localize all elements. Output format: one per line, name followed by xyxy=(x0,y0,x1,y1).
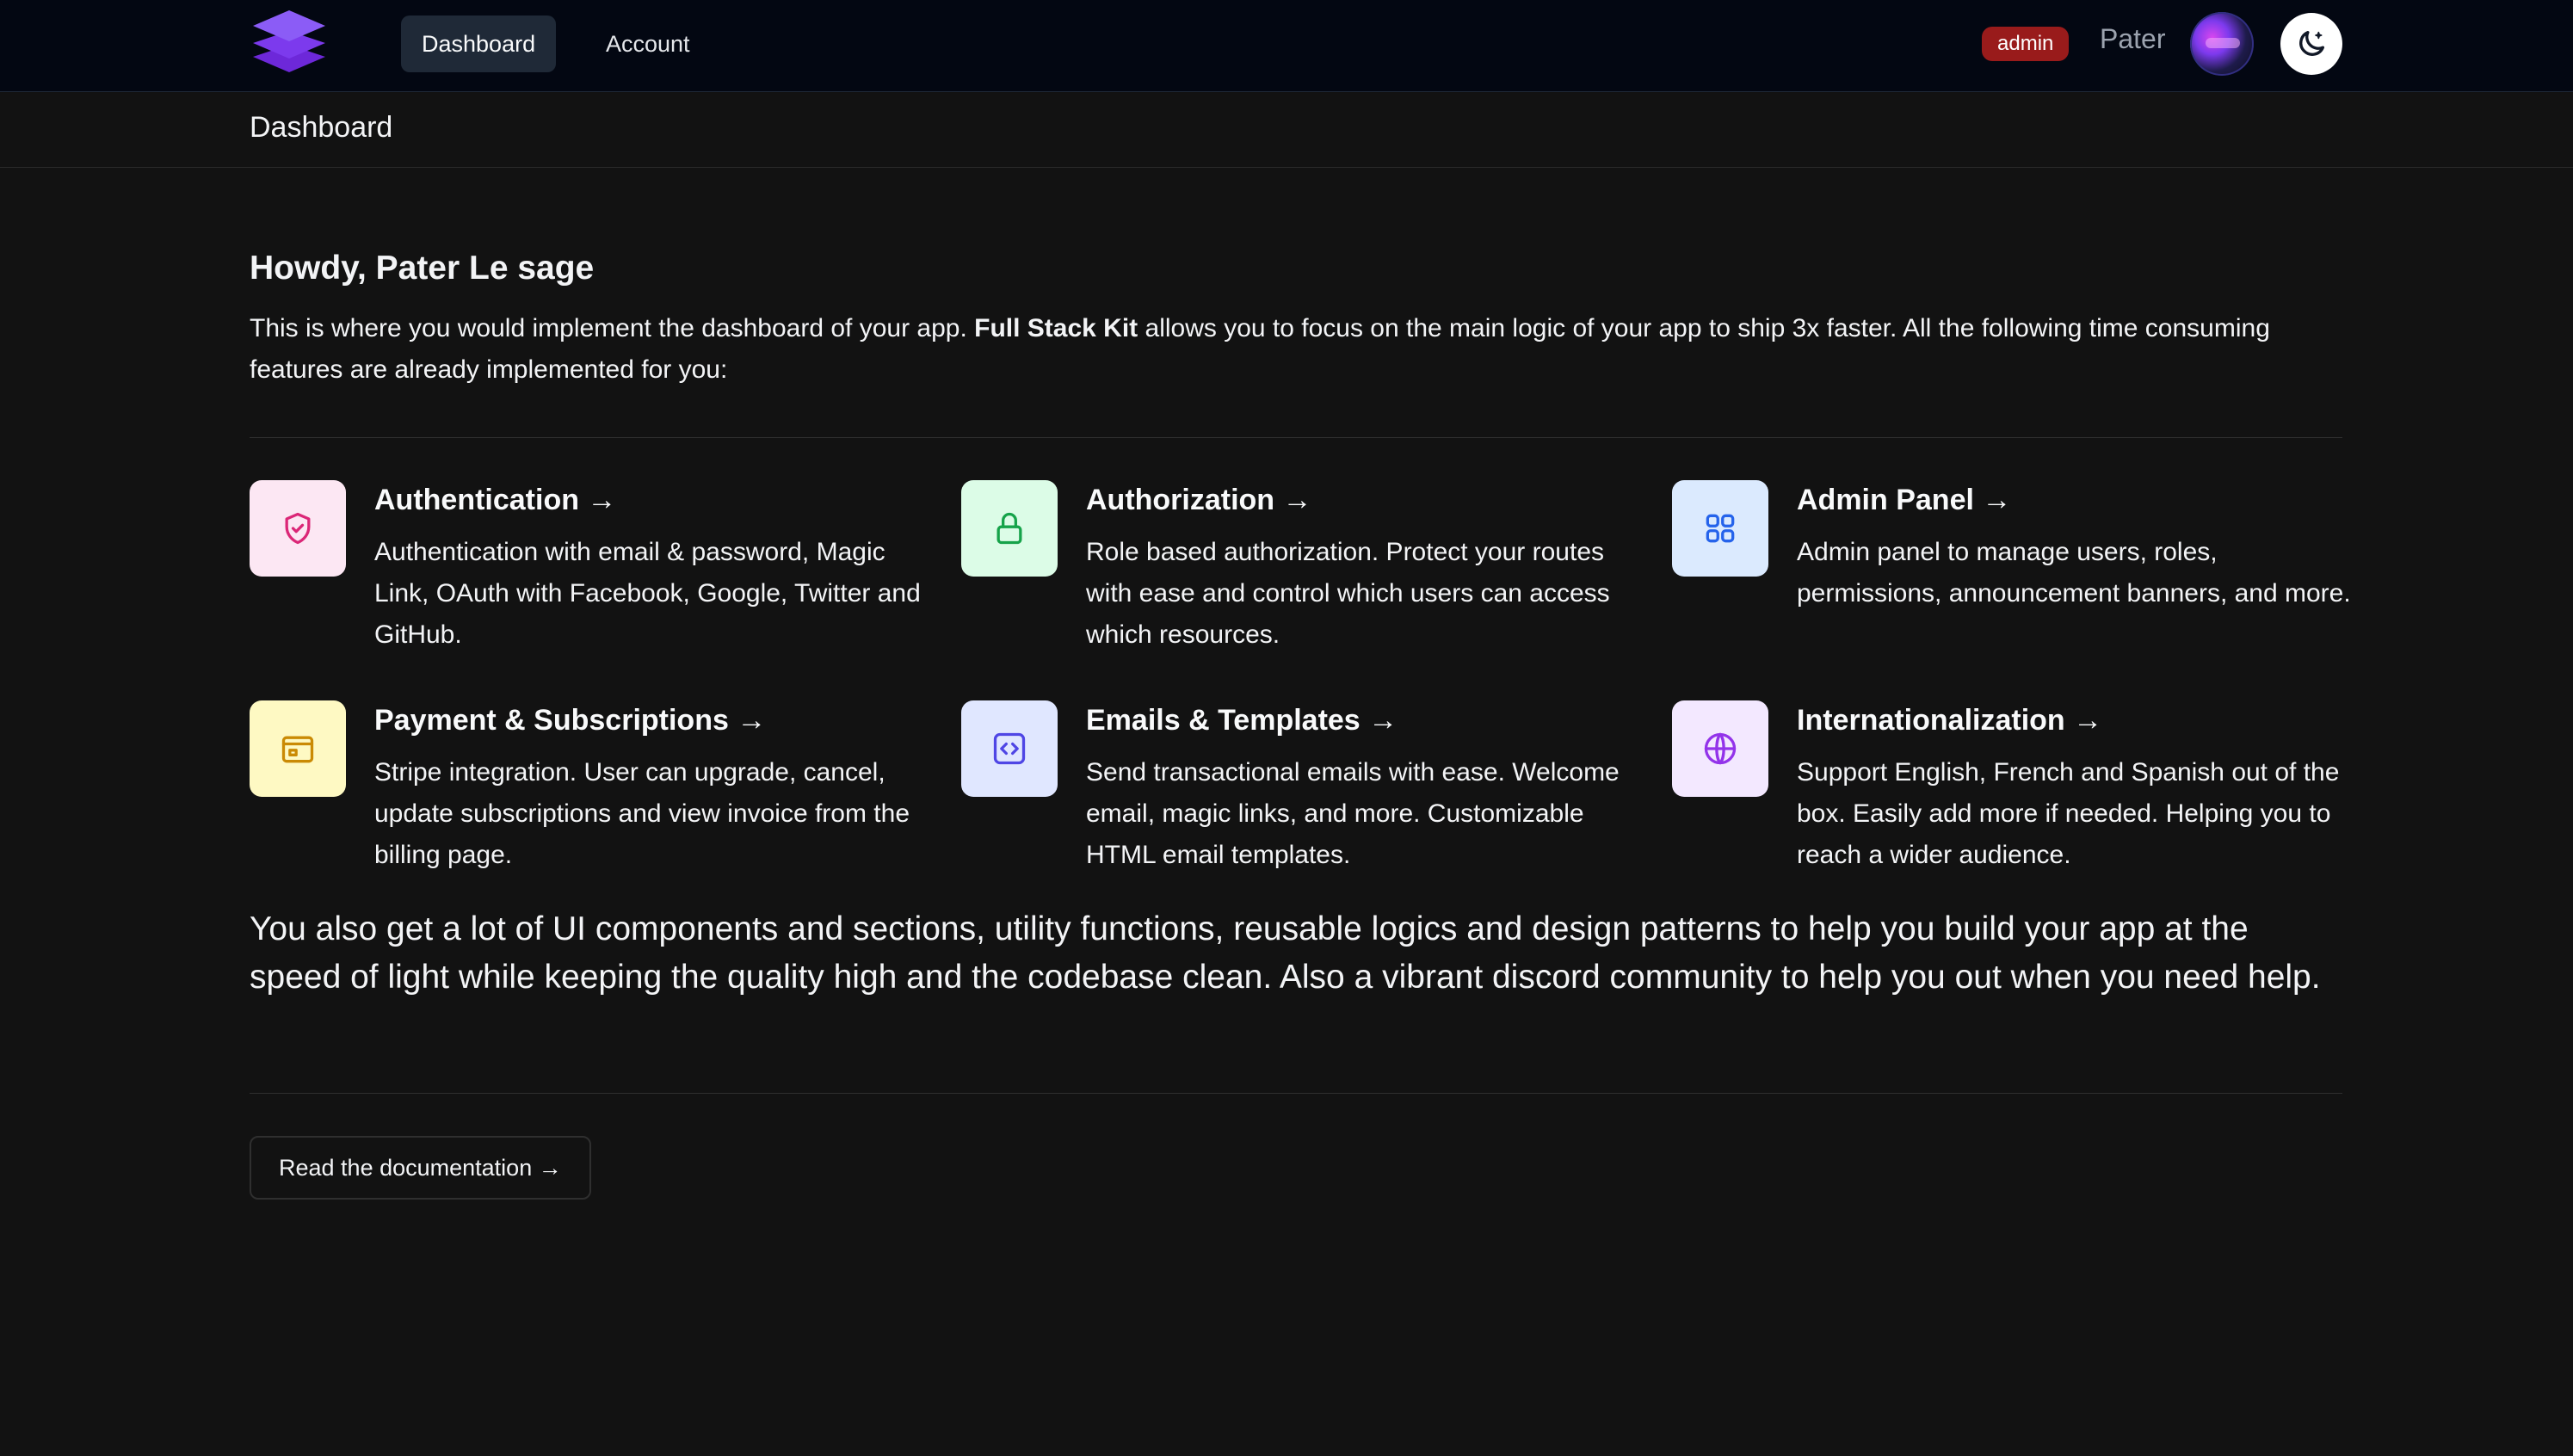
feature-icon-box xyxy=(1672,700,1768,797)
wallet-icon xyxy=(281,736,314,763)
grid-icon xyxy=(1706,514,1735,543)
lock-icon xyxy=(996,512,1022,545)
username[interactable]: Pater xyxy=(2100,23,2165,55)
nav-tab-account[interactable]: Account xyxy=(585,15,711,72)
feature-icon-box xyxy=(1672,480,1768,577)
feature-title-admin-panel[interactable]: Admin Panel → xyxy=(1797,484,2011,517)
role-badge: admin xyxy=(1982,27,2070,61)
theme-toggle-button[interactable] xyxy=(2280,13,2342,75)
feature-icon-box xyxy=(250,700,346,797)
feature-description: Authentication with email & password, Ma… xyxy=(374,538,921,649)
feature-icon-box xyxy=(250,480,346,577)
intro-paragraph: This is where you would implement the da… xyxy=(250,308,2342,391)
feature-title-emails[interactable]: Emails & Templates → xyxy=(1086,704,1398,737)
page-header: Dashboard xyxy=(0,92,2573,168)
divider xyxy=(250,437,2342,438)
feature-description: Admin panel to manage users, roles, perm… xyxy=(1797,538,2351,608)
logo-icon[interactable] xyxy=(250,7,329,76)
nav-tab-dashboard[interactable]: Dashboard xyxy=(401,15,557,72)
read-documentation-button[interactable]: Read the documentation → xyxy=(250,1136,591,1200)
moon-icon xyxy=(2299,31,2324,56)
globe-icon xyxy=(1704,732,1737,765)
intro-text-start: This is where you would implement the da… xyxy=(250,314,975,342)
feature-title-payment[interactable]: Payment & Subscriptions → xyxy=(374,704,766,737)
feature-title-authentication[interactable]: Authentication → xyxy=(374,484,616,517)
feature-title-internationalization[interactable]: Internationalization → xyxy=(1797,704,2102,737)
product-name: Full Stack Kit xyxy=(974,314,1138,342)
feature-title-authorization[interactable]: Authorization → xyxy=(1086,484,1312,517)
code-icon xyxy=(993,732,1026,765)
divider xyxy=(250,1093,2342,1094)
avatar[interactable] xyxy=(2190,12,2254,76)
feature-description: Role based authorization. Protect your r… xyxy=(1086,538,1610,649)
feature-icon-box xyxy=(961,700,1058,797)
feature-icon-box xyxy=(961,480,1058,577)
page-title: Dashboard xyxy=(250,111,393,144)
greeting-heading: Howdy, Pater Le sage xyxy=(250,250,595,287)
feature-description: Support English, French and Spanish out … xyxy=(1797,758,2340,869)
feature-description: Send transactional emails with ease. Wel… xyxy=(1086,758,1620,869)
outro-paragraph: You also get a lot of UI components and … xyxy=(250,910,2321,996)
feature-description: Stripe integration. User can upgrade, ca… xyxy=(374,758,910,869)
top-navbar: Dashboard Account admin Pater xyxy=(0,0,2573,92)
shield-check-icon xyxy=(285,512,311,545)
